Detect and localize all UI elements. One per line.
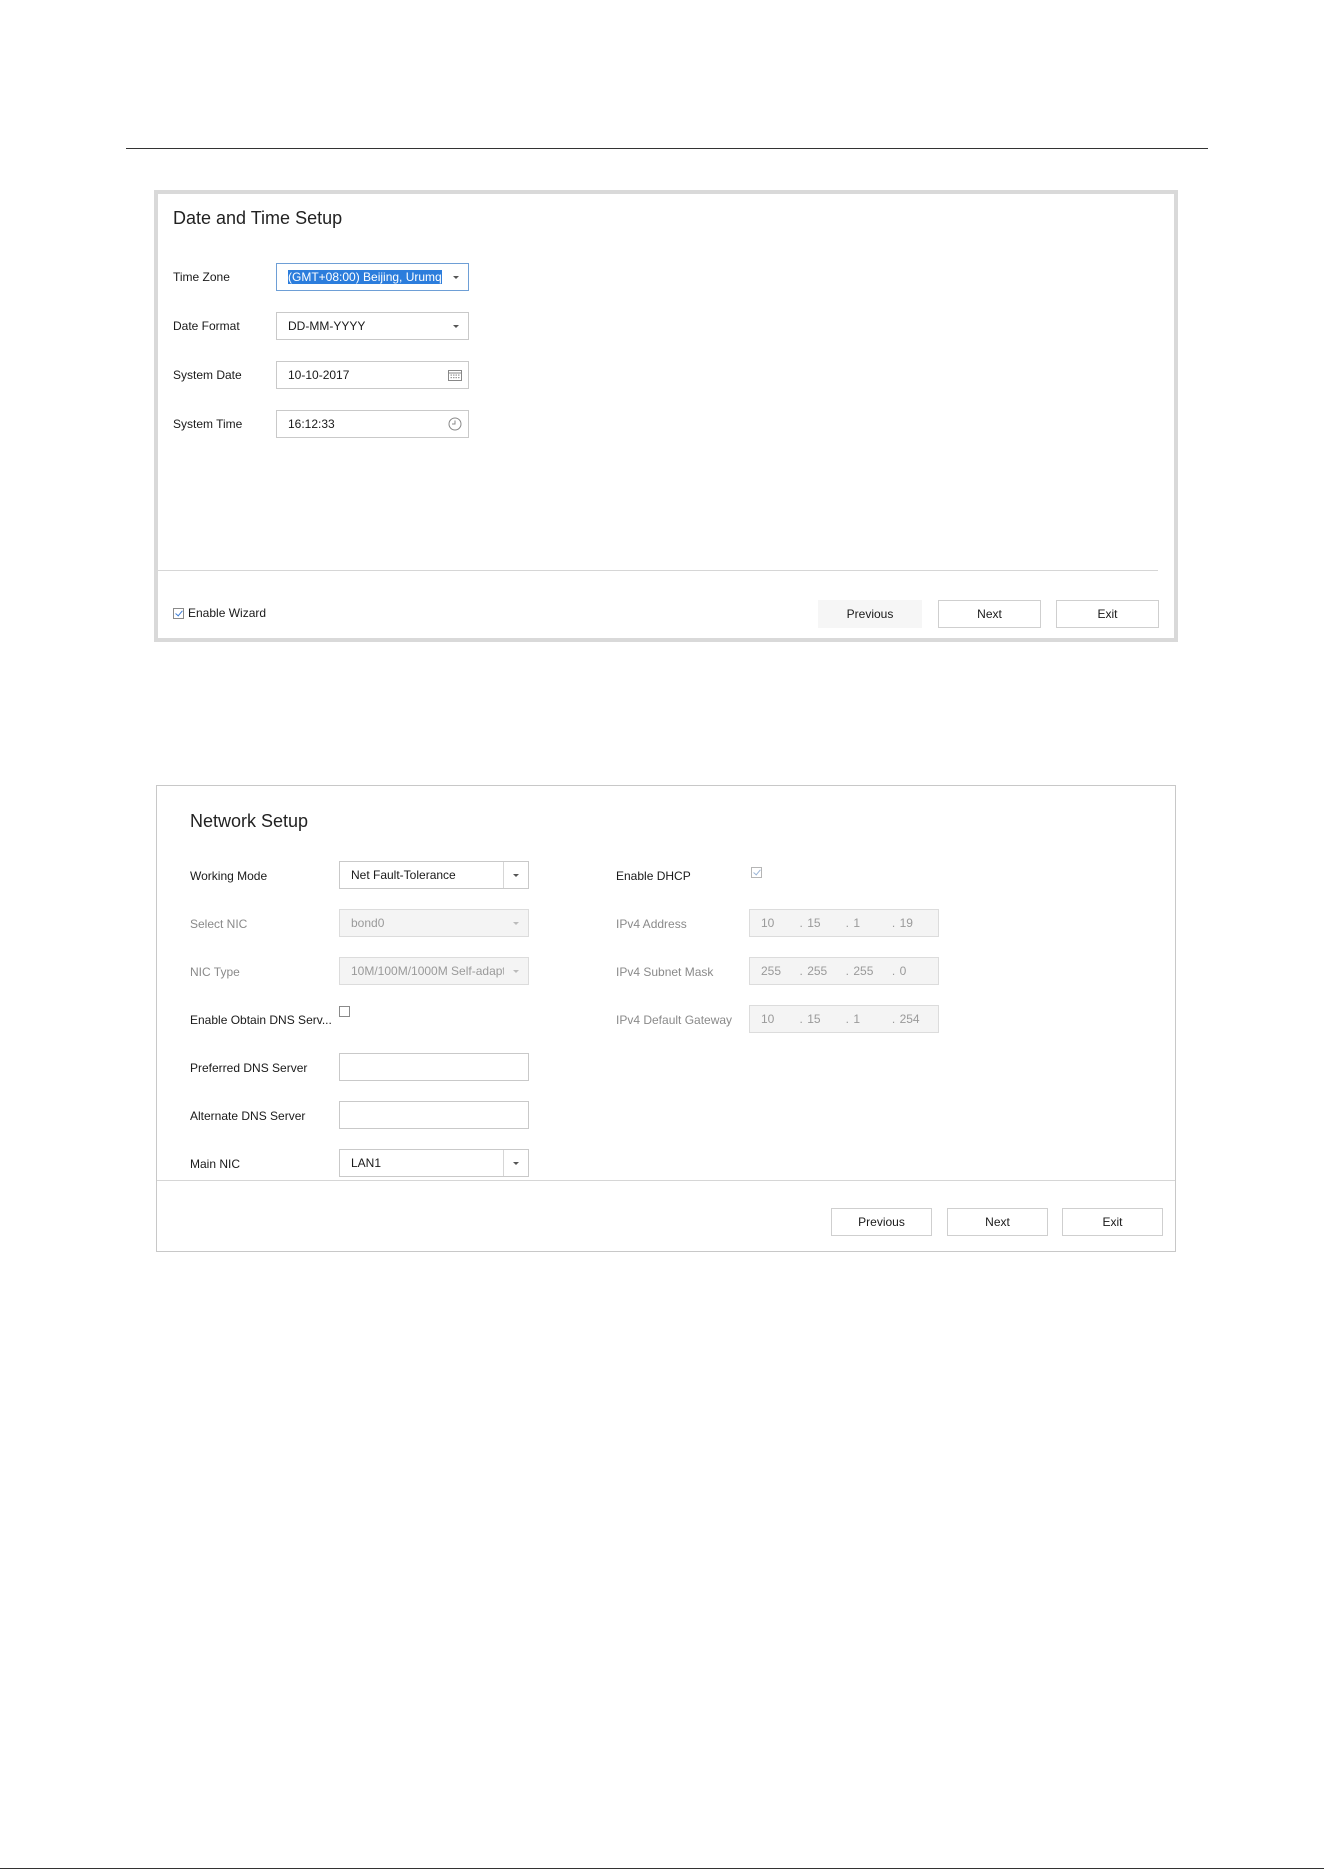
- system-date-value: 10-10-2017: [288, 368, 350, 382]
- system-time-label: System Time: [173, 417, 243, 431]
- ip-dot: .: [799, 1012, 803, 1026]
- date-format-label: Date Format: [173, 319, 240, 333]
- previous-button[interactable]: Previous: [831, 1208, 932, 1236]
- chevron-down-icon[interactable]: [444, 313, 468, 339]
- select-nic-value: bond0: [351, 916, 385, 930]
- time-zone-value: (GMT+08:00) Beijing, Urumq: [288, 270, 442, 284]
- alternate-dns-input[interactable]: [339, 1101, 529, 1129]
- ip-octet: 255: [853, 964, 874, 978]
- footer-rule: [0, 1868, 1324, 1869]
- select-nic-label: Select NIC: [190, 917, 248, 931]
- exit-button[interactable]: Exit: [1056, 600, 1159, 628]
- ip-octet: 255: [807, 964, 828, 978]
- date-time-setup-dialog: Date and Time Setup Time Zone (GMT+08:00…: [154, 190, 1178, 642]
- ip-octet: 15: [807, 1012, 821, 1026]
- ip-octet: 0: [899, 964, 907, 978]
- ip-dot: .: [845, 916, 850, 930]
- ip-octet: 10: [761, 916, 775, 930]
- ip-dot: .: [845, 964, 850, 978]
- dialog-divider: [157, 1180, 1175, 1181]
- ip-octet: 15: [807, 916, 821, 930]
- working-mode-label: Working Mode: [190, 869, 268, 883]
- chevron-down-icon[interactable]: [503, 1150, 528, 1176]
- enable-wizard-label: Enable Wizard: [188, 606, 267, 620]
- nic-type-value: 10M/100M/1000M Self-adapt: [351, 964, 504, 978]
- preferred-dns-label: Preferred DNS Server: [190, 1061, 308, 1075]
- enable-obtain-dns-checkbox[interactable]: [339, 1006, 350, 1017]
- ip-octet: 255: [761, 964, 782, 978]
- main-nic-value: LAN1: [351, 1156, 382, 1170]
- dialog-title: Date and Time Setup: [173, 208, 343, 228]
- nic-type-label: NIC Type: [190, 965, 240, 979]
- dialog-title: Network Setup: [190, 811, 309, 831]
- preferred-dns-input[interactable]: [339, 1053, 529, 1081]
- ip-octet: 1: [853, 916, 861, 930]
- system-time-field[interactable]: 16:12:33: [276, 410, 469, 438]
- system-date-label: System Date: [173, 368, 242, 382]
- dialog-divider: [158, 570, 1158, 571]
- system-date-field[interactable]: 10-10-2017: [276, 361, 469, 389]
- working-mode-value: Net Fault-Tolerance: [351, 868, 456, 882]
- checkmark-icon: [174, 608, 183, 617]
- enable-dhcp-label: Enable DHCP: [616, 869, 691, 883]
- ip-dot: .: [799, 916, 803, 930]
- ipv4-subnet-mask-field[interactable]: 255. 255. 255. 0: [749, 957, 939, 985]
- time-zone-label: Time Zone: [173, 270, 230, 284]
- chevron-down-icon: [504, 958, 528, 984]
- select-nic-select[interactable]: bond0: [339, 909, 529, 937]
- ipv4-address-label: IPv4 Address: [616, 917, 687, 931]
- working-mode-select[interactable]: Net Fault-Tolerance: [339, 861, 529, 889]
- nic-type-select[interactable]: 10M/100M/1000M Self-adapt: [339, 957, 529, 985]
- next-button[interactable]: Next: [938, 600, 1041, 628]
- ip-dot: .: [799, 964, 803, 978]
- enable-dhcp-checkbox[interactable]: [751, 867, 762, 878]
- date-format-select[interactable]: DD-MM-YYYY: [276, 312, 469, 340]
- time-zone-select[interactable]: (GMT+08:00) Beijing, Urumq: [276, 263, 469, 291]
- network-setup-dialog: Network Setup Working Mode Net Fault-Tol…: [156, 785, 1176, 1252]
- main-nic-label: Main NIC: [190, 1157, 241, 1171]
- enable-obtain-dns-label: Enable Obtain DNS Serv...: [190, 1013, 332, 1027]
- ipv4-default-gateway-field[interactable]: 10. 15. 1. 254: [749, 1005, 939, 1033]
- main-nic-select[interactable]: LAN1: [339, 1149, 529, 1177]
- exit-button[interactable]: Exit: [1062, 1208, 1163, 1236]
- ipv4-subnet-mask-label: IPv4 Subnet Mask: [616, 965, 714, 979]
- system-time-value: 16:12:33: [288, 417, 335, 431]
- next-button[interactable]: Next: [947, 1208, 1048, 1236]
- alternate-dns-label: Alternate DNS Server: [190, 1109, 306, 1123]
- ip-octet: 1: [853, 1012, 861, 1026]
- checkmark-icon: [752, 867, 761, 876]
- ipv4-default-gateway-label: IPv4 Default Gateway: [616, 1013, 733, 1027]
- date-format-value: DD-MM-YYYY: [288, 319, 366, 333]
- header-rule: [126, 148, 1208, 149]
- chevron-down-icon[interactable]: [444, 264, 468, 290]
- ip-dot: .: [891, 1012, 896, 1026]
- ip-dot: .: [891, 916, 896, 930]
- ip-octet: 254: [899, 1012, 920, 1026]
- calendar-icon[interactable]: [442, 362, 468, 388]
- ip-dot: .: [891, 964, 896, 978]
- ipv4-address-field[interactable]: 10. 15. 1. 19: [749, 909, 939, 937]
- ip-octet: 10: [761, 1012, 775, 1026]
- clock-icon[interactable]: [442, 411, 468, 437]
- previous-button[interactable]: Previous: [818, 600, 922, 628]
- chevron-down-icon: [504, 910, 528, 936]
- enable-wizard-checkbox[interactable]: [173, 608, 184, 619]
- ip-octet: 19: [899, 916, 913, 930]
- chevron-down-icon[interactable]: [503, 862, 528, 888]
- ip-dot: .: [845, 1012, 850, 1026]
